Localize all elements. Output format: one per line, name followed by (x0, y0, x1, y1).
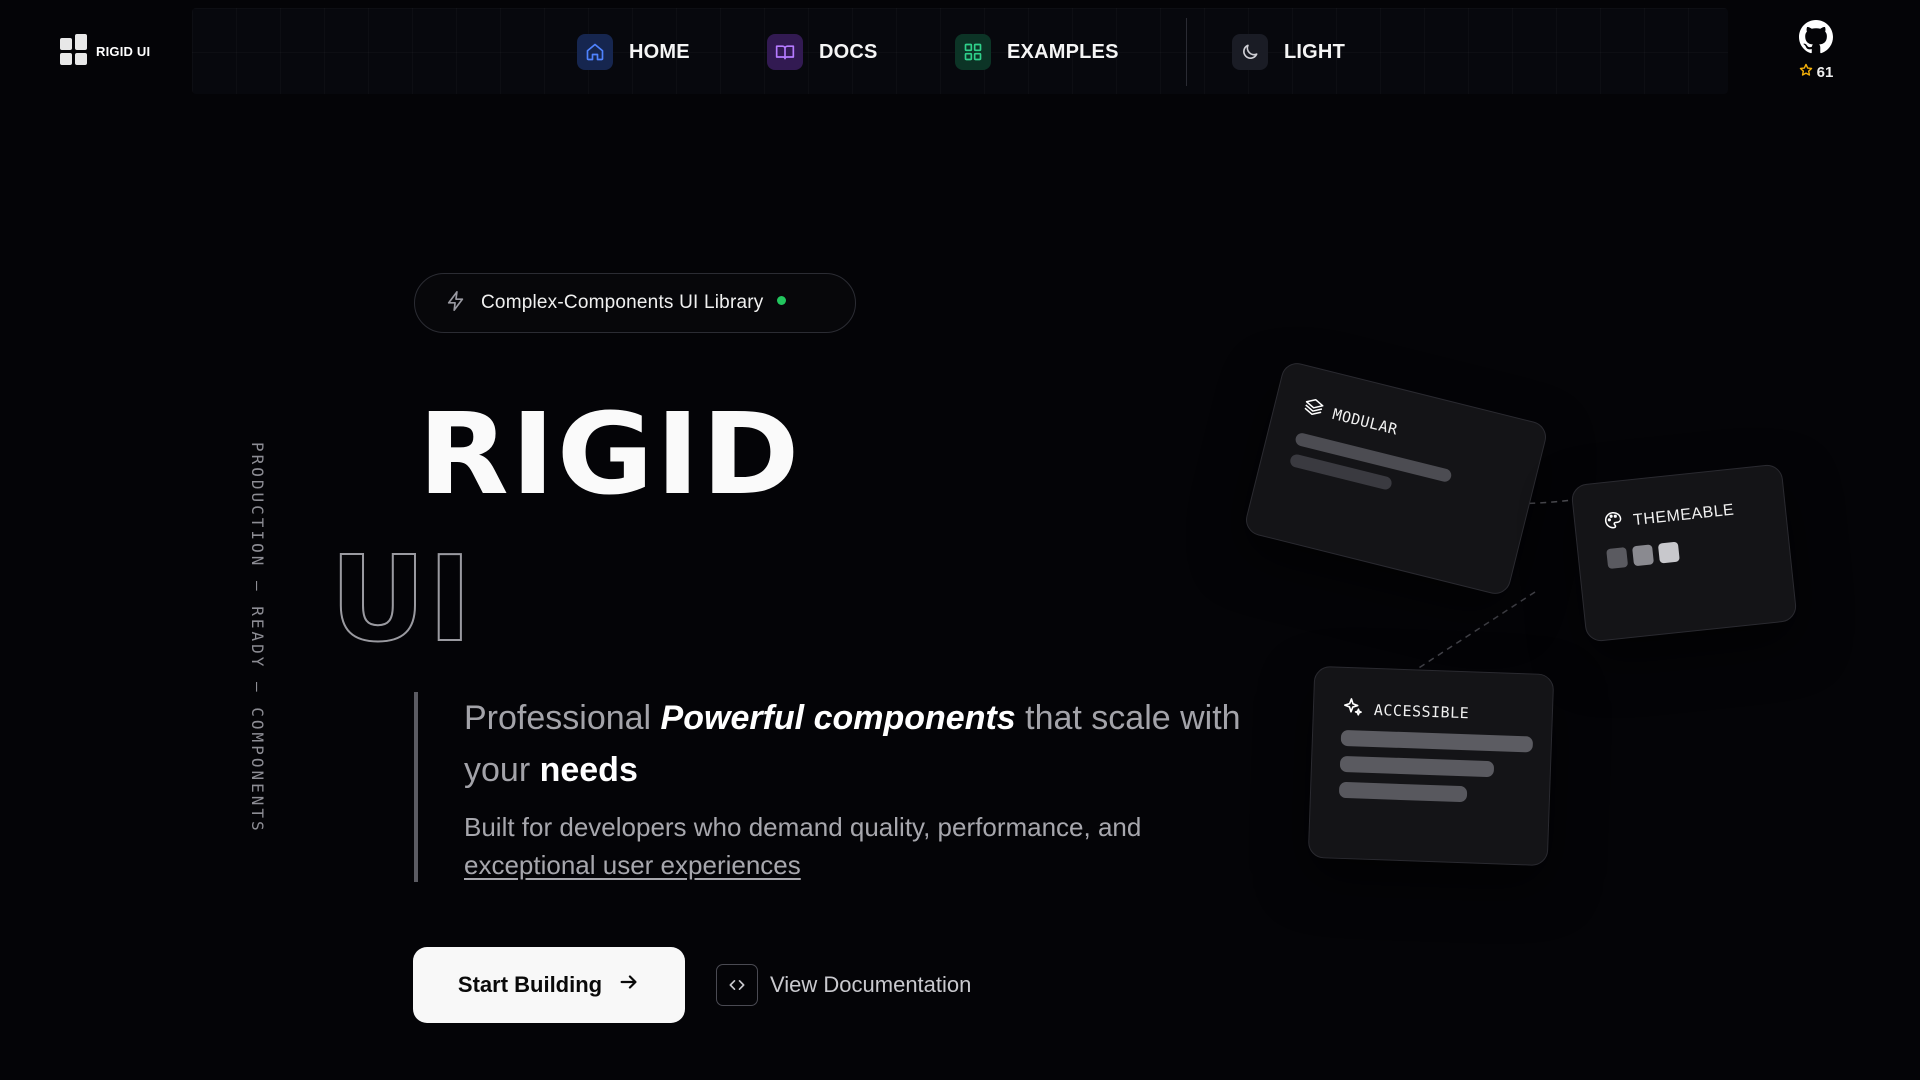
swatch-2 (1632, 544, 1655, 567)
modular-card-title: MODULAR (1330, 405, 1400, 439)
accessible-bar-1 (1340, 729, 1534, 753)
themeable-card-header: THEMEABLE (1602, 498, 1735, 537)
themeable-card-title: THEMEABLE (1632, 501, 1736, 529)
accessible-card: ACCESSIBLE (1307, 665, 1555, 867)
themeable-card: THEMEABLE (1570, 463, 1798, 643)
layers-icon (1301, 395, 1326, 423)
accessible-bar-3 (1338, 781, 1468, 803)
swatch-3 (1657, 541, 1680, 564)
palette-icon (1602, 509, 1625, 536)
accessible-card-header: ACCESSIBLE (1341, 696, 1469, 726)
accessible-bar-2 (1339, 755, 1495, 778)
modular-card-header: MODULAR (1301, 395, 1401, 442)
swatch-1 (1606, 547, 1629, 570)
accessible-card-title: ACCESSIBLE (1373, 700, 1470, 723)
sparkles-icon (1341, 696, 1364, 723)
